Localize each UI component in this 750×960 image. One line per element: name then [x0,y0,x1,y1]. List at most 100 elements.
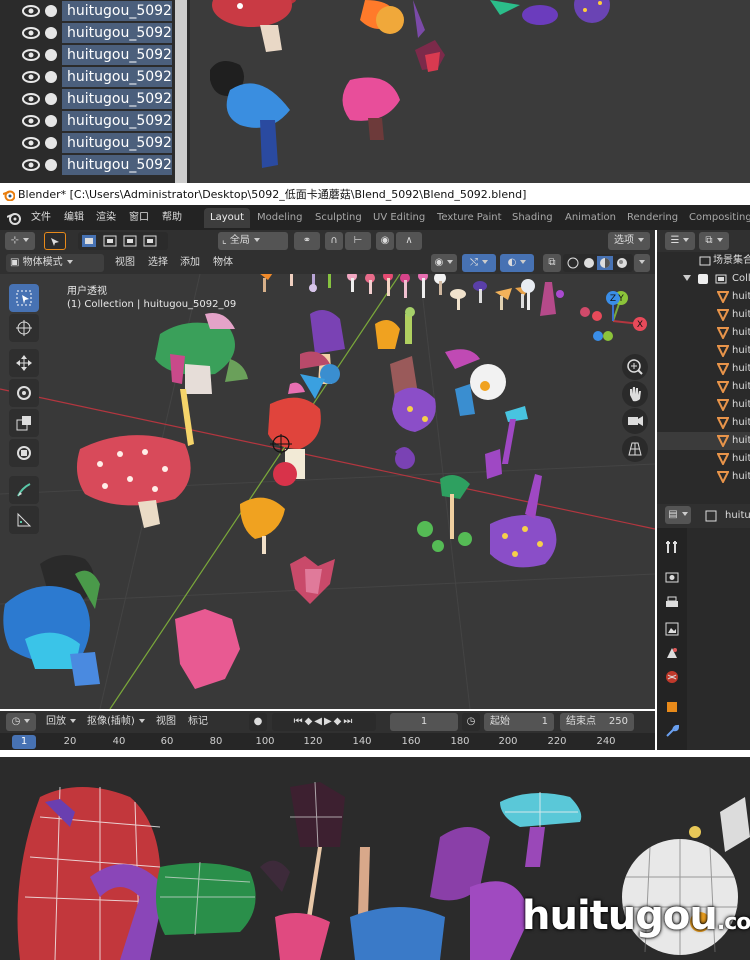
current-frame-field[interactable]: 1 [390,713,458,731]
outliner-item-label[interactable]: huitugou_5092 [62,1,172,21]
object-props-icon[interactable] [665,700,679,714]
render-dot-icon[interactable] [45,115,57,127]
shading-options-button[interactable] [634,254,650,272]
tab-uv-editing[interactable]: UV Editing [367,208,431,228]
outliner-item-label[interactable]: huitugou_5092 [62,133,172,153]
outliner-row[interactable]: huitugou_5092 [0,44,190,66]
eye-icon[interactable] [22,159,40,171]
menu-object[interactable]: 物体 [213,254,233,272]
menu-select[interactable]: 选择 [148,254,168,272]
proportional-edit-toggle[interactable]: ◉ [376,232,394,250]
expand-triangle-icon[interactable] [683,275,691,281]
move-tool[interactable] [9,349,39,377]
eye-icon[interactable] [22,71,40,83]
start-frame-field[interactable]: 起始 1 [484,713,554,731]
annotate-tool[interactable] [9,476,39,504]
outliner-scrollbar[interactable] [175,0,187,183]
playback-menu[interactable]: 回放 [46,713,76,731]
outliner-item-label[interactable]: huitugou_5092 [62,45,172,65]
properties-editor-type[interactable]: ▤ [665,506,691,524]
render-dot-icon[interactable] [45,137,57,149]
select-box-mode-button[interactable] [44,232,66,250]
timeline-ruler[interactable]: 1 20 40 60 80 100 120 140 160 180 200 22… [0,733,655,750]
outliner-row[interactable]: huitugou_5092 [0,66,190,88]
current-frame-badge[interactable]: 1 [12,735,36,749]
mode-dropdown[interactable]: ▣ 物体模式 [6,254,104,272]
eye-icon[interactable] [22,5,40,17]
rotate-tool[interactable] [9,379,39,407]
object-row[interactable]: huit [657,342,750,360]
render-dot-icon[interactable] [45,71,57,83]
outliner-item-label[interactable]: huitugou_5092 [62,23,172,43]
outliner-item-label[interactable]: huitugou_5092 [62,67,172,87]
menu-add[interactable]: 添加 [180,254,200,272]
pan-button[interactable] [622,381,648,407]
eye-icon[interactable] [22,27,40,39]
menu-file[interactable]: 文件 [31,205,51,230]
zoom-button[interactable] [622,354,648,380]
scene-collection-row[interactable]: 场景集合 [657,252,750,270]
tab-texture-paint[interactable]: Texture Paint [431,208,508,228]
cursor-tool[interactable] [9,314,39,342]
tab-sculpting[interactable]: Sculpting [309,208,368,228]
object-row-selected[interactable]: huit [657,432,750,450]
render-dot-icon[interactable] [45,93,57,105]
scale-tool[interactable] [9,409,39,437]
select-box-tool[interactable] [9,284,39,312]
tab-shading[interactable]: Shading [506,208,559,228]
eye-icon[interactable] [22,137,40,149]
outliner-item-label[interactable]: huitugou_5092 [62,111,172,131]
world-globe-icon[interactable] [665,670,679,684]
snap-toggle[interactable]: ∩ [325,232,343,250]
snap-target-button[interactable]: ⊢ [345,232,371,250]
scene-icon[interactable] [665,646,679,660]
render-dot-icon[interactable] [45,159,57,171]
render-dot-icon[interactable] [45,27,57,39]
menu-view[interactable]: 视图 [115,254,135,272]
timeline-editor-type[interactable]: ◷ [6,713,36,731]
outliner-editor-type[interactable]: ☰ [665,232,695,250]
projection-toggle-button[interactable] [622,436,648,462]
eye-icon[interactable] [22,93,40,105]
editor-type-button[interactable]: ⊹ [5,232,35,250]
display-mode-button[interactable]: ⧉ [699,232,729,250]
tab-rendering[interactable]: Rendering [621,208,684,228]
collection-row[interactable]: Coll [657,270,750,288]
outliner-item-label[interactable]: huitugou_5092 [62,89,172,109]
marker-menu[interactable]: 标记 [188,713,208,731]
record-button[interactable]: ● [249,713,267,731]
object-row[interactable]: huit [657,468,750,486]
tab-layout[interactable]: Layout [204,208,250,228]
tab-compositing[interactable]: Compositing [683,208,750,228]
eye-icon[interactable] [22,115,40,127]
object-row[interactable]: huit [657,396,750,414]
keying-menu[interactable]: 抠像(插帧) [87,713,145,731]
tool-wrench-screwdriver-icon[interactable] [665,540,679,554]
options-dropdown[interactable]: 选项 [608,232,650,250]
blender-menu-icon[interactable] [7,211,21,225]
object-row[interactable]: huit [657,306,750,324]
view-layer-image-icon[interactable] [665,622,679,636]
object-row[interactable]: huit [657,414,750,432]
3d-viewport[interactable]: 用户透视 (1) Collection | huitugou_5092_09 X… [0,274,655,709]
modifier-wrench-icon[interactable] [665,724,679,738]
object-row[interactable]: huit [657,288,750,306]
overlay-toggle[interactable]: ◐ [500,254,534,272]
selection-mode-group[interactable] [78,232,168,250]
end-frame-field[interactable]: 结束点 250 [560,713,634,731]
gizmo-toggle[interactable]: ⤭ [462,254,496,272]
tab-modeling[interactable]: Modeling [251,208,309,228]
menu-window[interactable]: 窗口 [129,205,149,230]
object-row[interactable]: huit [657,450,750,468]
transform-orientation-dropdown[interactable]: ⌞ 全局 [218,232,288,250]
output-printer-icon[interactable] [665,596,679,610]
menu-help[interactable]: 帮助 [162,205,182,230]
render-dot-icon[interactable] [45,49,57,61]
tab-animation[interactable]: Animation [559,208,622,228]
camera-view-button[interactable] [622,408,648,434]
render-camera-icon[interactable] [665,570,679,584]
falloff-button[interactable]: ∧ [396,232,422,250]
outliner-row[interactable]: huitugou_5092 [0,154,190,176]
playback-controls[interactable]: ⏮◆◀▶◆⏭ [272,713,376,731]
measure-tool[interactable] [9,506,39,534]
